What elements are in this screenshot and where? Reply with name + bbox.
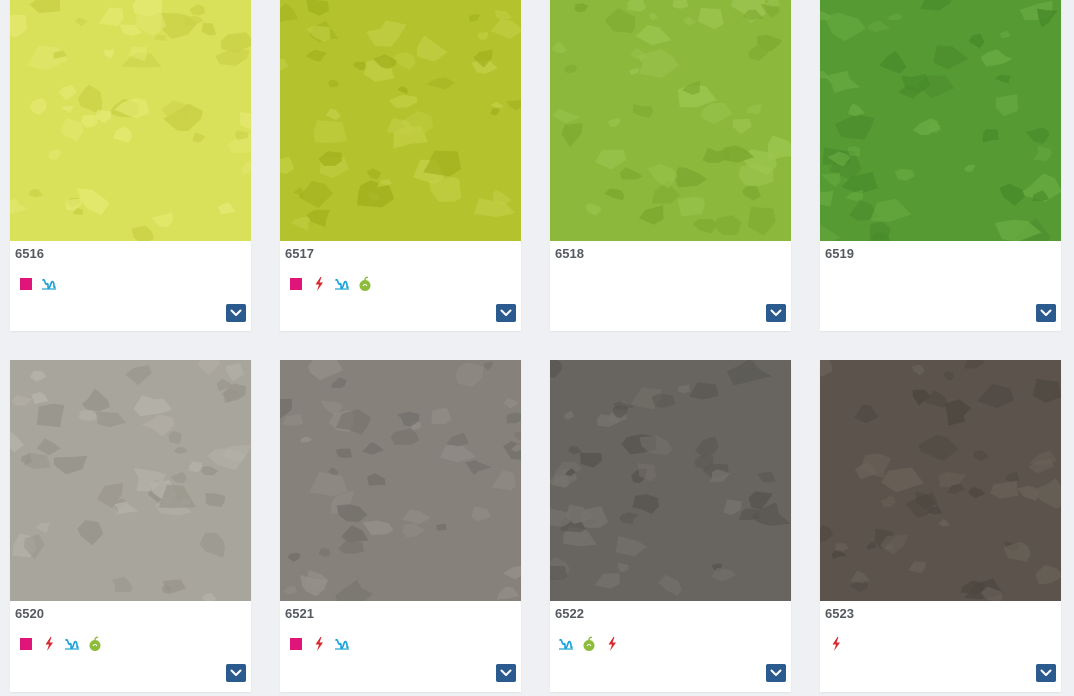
heat-icon [41, 276, 57, 292]
heat-icon [558, 636, 574, 652]
product-swatch-image[interactable] [10, 0, 251, 241]
product-code: 6517 [285, 246, 314, 261]
product-card[interactable]: 6518 [550, 0, 791, 331]
product-card[interactable]: 6519 [820, 0, 1061, 331]
expand-button[interactable] [226, 304, 246, 322]
product-code: 6522 [555, 606, 584, 621]
product-swatch-image[interactable] [820, 360, 1061, 601]
eco-icon [357, 276, 373, 292]
square-icon [288, 636, 304, 652]
product-card[interactable]: 6523 [820, 360, 1061, 692]
product-swatch-image[interactable] [10, 360, 251, 601]
product-feature-icons [288, 275, 373, 293]
heat-icon [334, 636, 350, 652]
square-icon [288, 276, 304, 292]
product-swatch-image[interactable] [550, 0, 791, 241]
bolt-icon [311, 276, 327, 292]
product-swatch-image[interactable] [280, 0, 521, 241]
product-feature-icons [18, 635, 103, 653]
expand-button[interactable] [496, 304, 516, 322]
product-card[interactable]: 6521 [280, 360, 521, 692]
product-code: 6523 [825, 606, 854, 621]
product-grid: 6516 6517 6518 6519 6520 6521 6522 6523 [0, 0, 1074, 696]
square-icon [18, 636, 34, 652]
product-card[interactable]: 6516 [10, 0, 251, 331]
product-card[interactable]: 6517 [280, 0, 521, 331]
chevron-down-icon [500, 669, 512, 677]
product-swatch-image[interactable] [550, 360, 791, 601]
product-swatch-image[interactable] [820, 0, 1061, 241]
chevron-down-icon [770, 309, 782, 317]
chevron-down-icon [230, 669, 242, 677]
eco-icon [581, 636, 597, 652]
product-code: 6519 [825, 246, 854, 261]
expand-button[interactable] [496, 664, 516, 682]
product-feature-icons [558, 635, 620, 653]
product-feature-icons [18, 275, 57, 293]
square-icon [18, 276, 34, 292]
bolt-icon [604, 636, 620, 652]
product-feature-icons [828, 635, 844, 653]
expand-button[interactable] [226, 664, 246, 682]
heat-icon [64, 636, 80, 652]
product-code: 6516 [15, 246, 44, 261]
chevron-down-icon [1040, 669, 1052, 677]
product-card[interactable]: 6520 [10, 360, 251, 692]
bolt-icon [311, 636, 327, 652]
chevron-down-icon [230, 309, 242, 317]
chevron-down-icon [500, 309, 512, 317]
product-swatch-image[interactable] [280, 360, 521, 601]
product-feature-icons [288, 635, 350, 653]
expand-button[interactable] [766, 664, 786, 682]
expand-button[interactable] [1036, 304, 1056, 322]
expand-button[interactable] [1036, 664, 1056, 682]
chevron-down-icon [1040, 309, 1052, 317]
expand-button[interactable] [766, 304, 786, 322]
heat-icon [334, 276, 350, 292]
product-card[interactable]: 6522 [550, 360, 791, 692]
product-code: 6520 [15, 606, 44, 621]
product-code: 6521 [285, 606, 314, 621]
bolt-icon [828, 636, 844, 652]
product-code: 6518 [555, 246, 584, 261]
chevron-down-icon [770, 669, 782, 677]
bolt-icon [41, 636, 57, 652]
eco-icon [87, 636, 103, 652]
